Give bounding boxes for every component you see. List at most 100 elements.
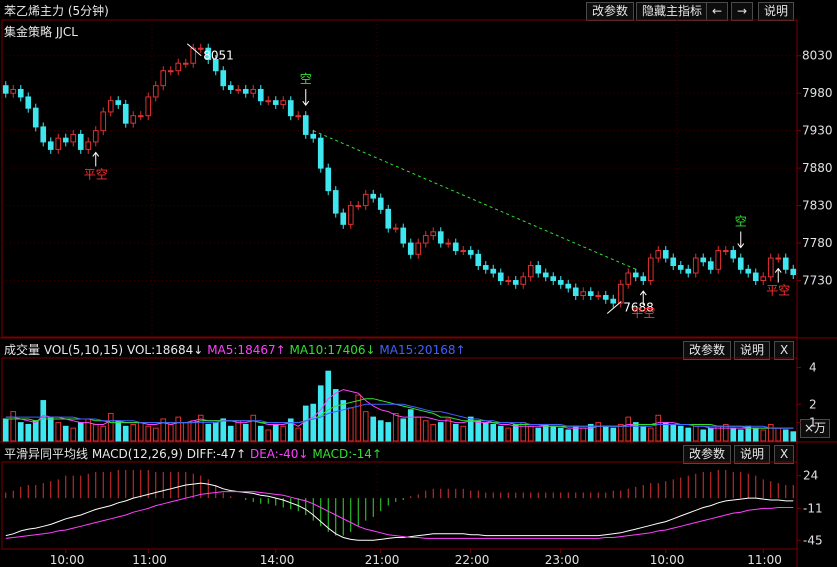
candle-body — [280, 100, 287, 105]
candle-body — [595, 295, 602, 298]
candle-body — [392, 227, 399, 230]
volume-bar — [272, 423, 279, 442]
volume-bar — [70, 427, 77, 442]
volume-bar — [685, 427, 692, 442]
volume-bar — [310, 403, 317, 442]
volume-bar — [55, 422, 62, 442]
candle-body — [685, 268, 692, 274]
adjust-params-button[interactable]: 改参数 — [586, 2, 635, 21]
candle-body — [160, 70, 167, 87]
volume-bar — [227, 425, 234, 442]
volume-help-button[interactable]: 说明 — [734, 341, 771, 360]
macd-header: 平滑异同平均线 MACD(12,26,9) DIFF:-47↑ DEA:-40↓… — [4, 444, 382, 464]
macd-close-button[interactable]: X — [774, 445, 795, 464]
volume-bar — [452, 423, 459, 442]
volume-bar — [767, 423, 774, 442]
macd-tick-label: 24 — [803, 469, 818, 483]
hide-main-indicator-button[interactable]: 隐藏主指标 — [636, 2, 709, 21]
volume-bar — [385, 422, 392, 442]
volume-bar — [482, 422, 489, 442]
volume-bar — [512, 423, 519, 442]
candle-body — [482, 265, 489, 270]
panel-frame — [1, 461, 798, 550]
prev-button[interactable]: ← — [706, 2, 729, 21]
ma5-value: MA5:18467↑ — [207, 343, 286, 357]
volume-bar — [242, 423, 249, 442]
panel-frame — [1, 357, 798, 442]
price-tick-label: 7780 — [802, 236, 833, 250]
candle-body — [10, 88, 17, 94]
candle-body — [572, 287, 579, 297]
volume-bar — [212, 422, 219, 442]
volume-bar — [550, 425, 557, 442]
candle-body — [362, 193, 369, 207]
candle-body — [355, 205, 362, 208]
macd-tick-label: -11 — [803, 501, 823, 515]
volume-bar — [377, 420, 384, 442]
volume-bar — [587, 423, 594, 442]
volume-bar — [602, 425, 609, 442]
volume-bar — [790, 431, 797, 442]
candle-body — [347, 205, 354, 225]
volume-bar — [422, 420, 429, 442]
high-price-label: 8051 — [203, 49, 234, 63]
macd-adjust-button[interactable]: 改参数 — [683, 445, 732, 464]
candle-body — [760, 276, 767, 282]
price-tick-label: 7880 — [802, 161, 833, 175]
volume-close-button[interactable]: X — [774, 341, 795, 360]
candle-body — [115, 100, 122, 105]
help-button[interactable]: 说明 — [758, 2, 795, 21]
candle-body — [152, 85, 159, 98]
volume-bar — [197, 414, 204, 442]
volume-label: 成交量 VOL(5,10,15) — [4, 343, 124, 357]
volume-bar — [62, 425, 69, 442]
signal-up-arrow — [92, 151, 100, 167]
volume-bar — [47, 416, 54, 442]
volume-unit-button[interactable]: ×万 — [800, 419, 831, 438]
volume-bar — [730, 427, 737, 442]
candle-body — [475, 253, 482, 267]
macd-help-button[interactable]: 说明 — [734, 445, 771, 464]
volume-bar — [175, 416, 182, 442]
candle-body — [32, 107, 39, 128]
candle-body — [730, 250, 737, 259]
volume-adjust-button[interactable]: 改参数 — [683, 341, 732, 360]
volume-bar — [460, 425, 467, 442]
candle-body — [272, 100, 279, 105]
candle-body — [460, 250, 467, 253]
diff-value: DIFF:-47↑ — [186, 447, 247, 461]
candle-body — [587, 291, 594, 297]
candle-body — [100, 111, 107, 132]
volume-bar — [475, 420, 482, 442]
candle-body — [557, 280, 564, 285]
candle-body — [415, 242, 422, 255]
volume-bar — [17, 422, 24, 442]
volume-bar — [572, 425, 579, 442]
volume-bar — [407, 409, 414, 442]
signal-down-arrow — [737, 231, 745, 249]
volume-bar — [92, 423, 99, 442]
candle-body — [17, 88, 24, 98]
candle-body — [182, 62, 189, 65]
candle-body — [212, 58, 219, 72]
price-tick-label: 8030 — [802, 49, 833, 63]
volume-bar — [580, 427, 587, 442]
candle-body — [175, 62, 182, 72]
candle-body — [107, 100, 114, 113]
volume-bar — [317, 385, 324, 442]
volume-bar — [325, 370, 332, 442]
candle-body — [385, 208, 392, 229]
candle-body — [617, 283, 624, 304]
volume-bar — [782, 429, 789, 442]
panel-frame — [1, 19, 798, 338]
volume-bar — [362, 411, 369, 442]
signal-up-arrow — [639, 290, 647, 306]
next-button[interactable]: → — [731, 2, 754, 21]
volume-bar — [752, 427, 759, 442]
volume-bar — [287, 418, 294, 442]
candle-body — [130, 115, 137, 124]
candle-body — [400, 227, 407, 244]
dea-line — [5, 491, 794, 539]
volume-bar — [617, 423, 624, 442]
candle-body — [227, 85, 234, 90]
